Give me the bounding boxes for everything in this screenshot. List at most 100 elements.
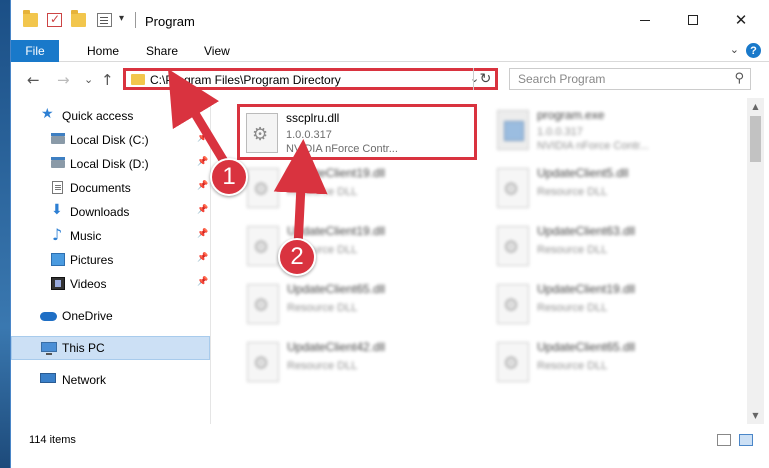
sidebar-item-documents[interactable]: Documents 📌 (11, 176, 210, 200)
sidebar-item-pictures[interactable]: Pictures 📌 (11, 248, 210, 272)
dll-file-icon (247, 226, 279, 266)
scroll-down-icon[interactable]: ▼ (747, 407, 764, 424)
step-badge-1: 1 (210, 158, 248, 196)
search-input[interactable] (510, 69, 720, 89)
pin-icon: 📌 (197, 205, 209, 215)
pin-icon: 📌 (197, 157, 209, 167)
maximize-icon (688, 15, 698, 25)
file-description: Resource DLL (287, 360, 358, 372)
sidebar-item-music[interactable]: Music 📌 (11, 224, 210, 248)
sidebar-item-network[interactable]: Network (11, 368, 210, 392)
file-description: Resource DLL (287, 186, 358, 198)
sidebar-item-quick-access[interactable]: Quick access (11, 104, 210, 128)
large-icons-view-icon[interactable] (739, 434, 753, 446)
file-item[interactable]: UpdateClient42.dll Resource DLL (241, 336, 481, 392)
tab-view[interactable]: View (204, 44, 230, 58)
file-explorer-window: ▾ Program ✕ File Home Share View ⌄ ? ← →… (10, 0, 769, 468)
pin-icon: 📌 (197, 229, 209, 239)
recent-locations-chevron-icon[interactable]: ⌄ (84, 73, 93, 86)
file-description: Resource DLL (287, 302, 358, 314)
file-item[interactable]: UpdateClient63.dll Resource DLL (491, 220, 731, 276)
file-name: UpdateClient19.dll (287, 166, 386, 180)
sidebar-item-onedrive[interactable]: OneDrive (11, 304, 210, 328)
pin-icon: 📌 (197, 253, 209, 263)
help-icon[interactable]: ? (746, 43, 761, 58)
sidebar-item-label: Documents (70, 181, 131, 195)
address-path[interactable]: C:\Program Files\Program Directory (150, 73, 341, 87)
properties-check-icon[interactable] (47, 12, 62, 27)
tab-share[interactable]: Share (146, 44, 178, 58)
folder-icon (131, 74, 145, 85)
refresh-icon[interactable]: ↻ (473, 68, 497, 90)
drive-icon (51, 157, 65, 168)
pin-icon: 📌 (197, 277, 209, 287)
file-item[interactable]: UpdateClient65.dll Resource DLL (241, 278, 481, 334)
sidebar-item-local-disk-c[interactable]: Local Disk (C:) 📌 (11, 128, 210, 152)
chevron-down-icon[interactable]: ▾ (119, 13, 124, 24)
tab-file[interactable]: File (11, 40, 59, 62)
vertical-scrollbar[interactable]: ▲ ▼ (747, 98, 764, 424)
this-pc-icon (41, 342, 57, 355)
sidebar-item-local-disk-d[interactable]: Local Disk (D:) 📌 (11, 152, 210, 176)
file-item-sscplru-dll[interactable]: sscplru.dll 1.0.0.317 NVIDIA nForce Cont… (237, 104, 477, 160)
file-item[interactable]: UpdateClient19.dll Resource DLL (241, 162, 481, 218)
minimize-button[interactable] (622, 0, 668, 40)
dll-file-icon (246, 113, 278, 153)
pin-icon: 📌 (197, 181, 209, 191)
tab-home[interactable]: Home (87, 44, 119, 58)
title-bar: ▾ Program ✕ (11, 0, 769, 40)
navigation-bar: ← → ⌄ ↑ C:\Program Files\Program Directo… (11, 62, 769, 98)
file-name: sscplru.dll (286, 111, 340, 125)
exe-file-icon (497, 110, 529, 150)
dll-file-icon (497, 168, 529, 208)
file-name: UpdateClient5.dll (537, 166, 629, 180)
sidebar-item-label: OneDrive (62, 309, 113, 323)
file-item[interactable]: UpdateClient5.dll Resource DLL (491, 162, 731, 218)
forward-arrow-icon[interactable]: → (57, 71, 70, 89)
title-separator (135, 12, 136, 28)
sidebar-item-label: This PC (62, 341, 105, 355)
step-badge-2: 2 (278, 238, 316, 276)
file-item[interactable]: UpdateClient19.dll Resource DLL (241, 220, 481, 276)
file-description: Resource DLL (537, 302, 608, 314)
details-view-icon[interactable] (717, 434, 731, 446)
sidebar-item-label: Local Disk (C:) (70, 133, 149, 147)
sidebar-item-downloads[interactable]: Downloads 📌 (11, 200, 210, 224)
address-bar[interactable]: C:\Program Files\Program Directory ⌄ ↻ (123, 68, 498, 90)
search-icon[interactable]: ⚲ (734, 71, 744, 86)
maximize-button[interactable] (670, 0, 716, 40)
customize-toolbar-icon[interactable] (97, 13, 112, 27)
sidebar-item-videos[interactable]: Videos 📌 (11, 272, 210, 296)
onedrive-icon (40, 312, 57, 321)
file-item[interactable]: UpdateClient19.dll Resource DLL (491, 278, 731, 334)
file-item[interactable]: UpdateClient65.dll Resource DLL (491, 336, 731, 392)
file-item-program-exe[interactable]: program.exe 1.0.0.317 NVIDIA nForce Cont… (491, 104, 731, 160)
dll-file-icon (497, 226, 529, 266)
close-button[interactable]: ✕ (718, 0, 764, 40)
network-icon (40, 373, 56, 383)
sidebar-item-label: Pictures (70, 253, 114, 267)
drive-icon (51, 133, 65, 144)
sidebar-item-label: Downloads (70, 205, 130, 219)
status-bar: 114 items (11, 424, 769, 468)
dll-file-icon (247, 168, 279, 208)
folder-icon (23, 10, 38, 27)
dll-file-icon (247, 342, 279, 382)
sidebar-item-label: Network (62, 373, 107, 387)
search-box[interactable]: ⚲ (509, 68, 751, 90)
dll-file-icon (497, 342, 529, 382)
downloads-icon (51, 202, 65, 218)
chevron-down-icon[interactable]: ⌄ (730, 43, 739, 56)
up-arrow-icon[interactable]: ↑ (101, 71, 114, 89)
videos-icon (51, 277, 65, 290)
minimize-icon (640, 19, 650, 21)
back-arrow-icon[interactable]: ← (27, 71, 40, 89)
sidebar-item-this-pc[interactable]: This PC (11, 336, 210, 360)
documents-icon (52, 181, 63, 194)
file-description: Resource DLL (537, 244, 608, 256)
scroll-up-icon[interactable]: ▲ (747, 98, 764, 115)
item-count: 114 items (29, 434, 76, 446)
scrollbar-thumb[interactable] (750, 116, 761, 162)
pictures-icon (51, 253, 65, 266)
new-folder-icon[interactable] (71, 10, 86, 27)
